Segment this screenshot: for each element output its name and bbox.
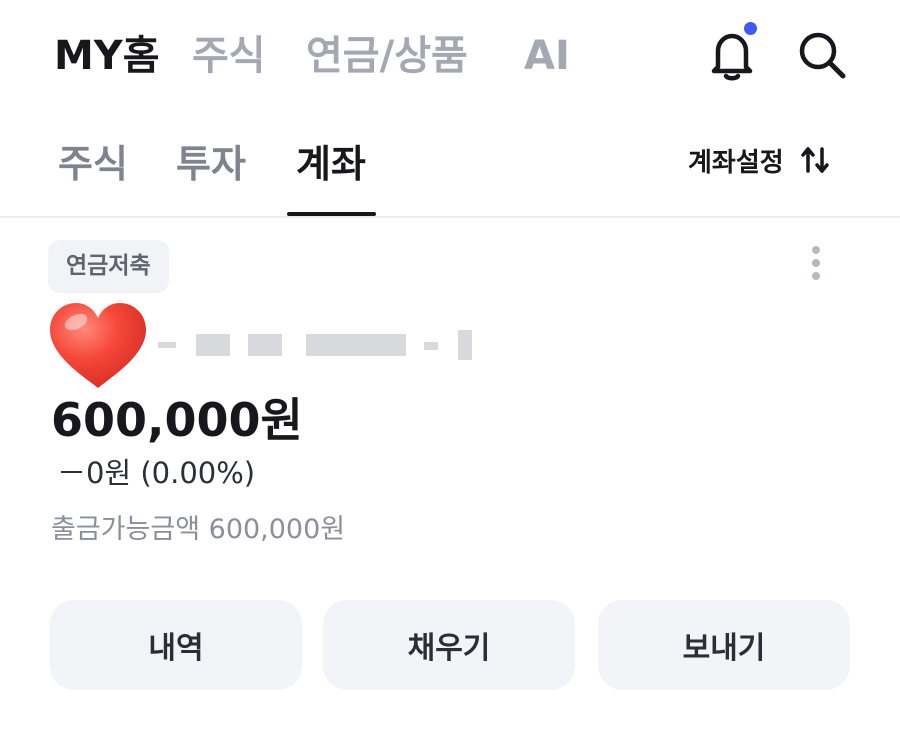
tab-pension-products[interactable]: 연금/상품 (306, 30, 468, 82)
account-type-badge: 연금저축 (48, 240, 169, 293)
more-options-button[interactable] (800, 240, 832, 284)
search-button[interactable] (794, 27, 850, 83)
deposit-button[interactable]: 채우기 (323, 600, 575, 690)
tab-my-home[interactable]: MY홈 (54, 30, 160, 82)
heart-icon (50, 303, 146, 388)
more-dot (812, 246, 820, 254)
top-navigation: MY홈 주식 연금/상품 AI (0, 0, 900, 118)
withdrawable-amount: 출금가능금액 600,000원 (51, 510, 345, 550)
header-divider (0, 216, 900, 218)
account-settings-button[interactable]: 계좌설정 (688, 140, 830, 180)
subtab-investment[interactable]: 투자 (176, 140, 246, 188)
notification-button[interactable] (704, 27, 760, 83)
subtab-account[interactable]: 계좌 (296, 140, 366, 188)
balance-change: －0원 (0.00%) (57, 456, 256, 490)
sub-navigation: 주식 투자 계좌 계좌설정 (0, 118, 900, 218)
bell-icon (711, 33, 753, 81)
withdrawable-value: 600,000원 (208, 514, 346, 545)
send-button[interactable]: 보내기 (598, 600, 850, 690)
notification-dot (744, 22, 757, 35)
account-settings-label: 계좌설정 (688, 147, 784, 178)
masked-account-number (158, 328, 488, 362)
withdrawable-label: 출금가능금액 (51, 514, 201, 545)
tab-ai[interactable]: AI (524, 30, 570, 82)
history-button[interactable]: 내역 (50, 600, 302, 690)
subtab-stocks[interactable]: 주식 (58, 140, 128, 188)
search-icon (799, 32, 846, 79)
sort-arrows-icon (800, 147, 829, 173)
account-number-row[interactable] (46, 300, 486, 392)
account-balance: 600,000원 (51, 393, 303, 447)
tab-stocks[interactable]: 주식 (192, 30, 266, 82)
more-dot (812, 259, 820, 267)
more-dot (812, 272, 820, 280)
